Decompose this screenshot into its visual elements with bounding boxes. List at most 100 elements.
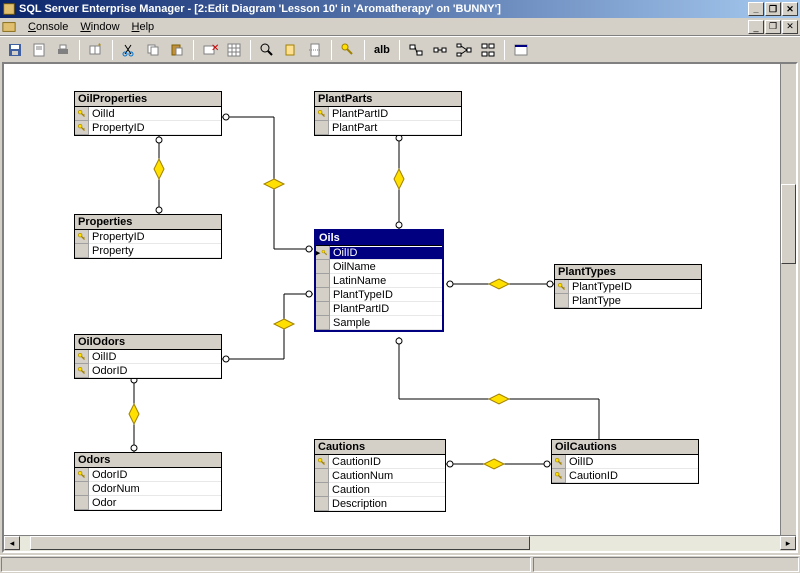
column-name: OdorID — [89, 469, 221, 482]
column-row[interactable]: CautionID — [552, 469, 698, 483]
column-row[interactable]: PlantType — [555, 294, 701, 308]
menu-console[interactable]: Console — [22, 21, 74, 33]
column-row[interactable]: OilID — [75, 350, 221, 364]
mdi-restore-button[interactable]: ❐ — [765, 20, 781, 34]
menu-window[interactable]: Window — [74, 21, 125, 33]
entity-header[interactable]: OilCautions — [552, 440, 698, 455]
entity-header[interactable]: PlantParts — [315, 92, 461, 107]
column-name: OdorNum — [89, 483, 221, 496]
scrollbar-horizontal[interactable]: ◂ ▸ — [4, 535, 796, 551]
column-row[interactable]: OilID — [316, 246, 442, 260]
statusbar — [0, 555, 800, 573]
column-row[interactable]: PlantTypeID — [555, 280, 701, 294]
entity-header[interactable]: Cautions — [315, 440, 445, 455]
annotation-button[interactable] — [280, 39, 302, 61]
column-row[interactable]: PlantPartID — [315, 107, 461, 121]
scroll-h-thumb[interactable] — [30, 536, 530, 550]
entity-header[interactable]: OilProperties — [75, 92, 221, 107]
key-icon — [316, 274, 330, 288]
arrange-button[interactable] — [477, 39, 499, 61]
column-row[interactable]: OilName — [316, 260, 442, 274]
column-name: CautionID — [566, 470, 698, 483]
entity-header[interactable]: Oils — [316, 231, 442, 246]
column-name: OilID — [89, 351, 221, 364]
diagram-canvas[interactable]: OilProperties OilIdPropertyID Properties… — [4, 64, 780, 535]
column-name: Odor — [89, 497, 221, 510]
column-row[interactable]: PlantPartID — [316, 302, 442, 316]
entity-header[interactable]: Properties — [75, 215, 221, 230]
zoom-button[interactable] — [256, 39, 278, 61]
save-button[interactable] — [4, 39, 26, 61]
mdi-close-button[interactable]: ✕ — [782, 20, 798, 34]
primary-key-button[interactable] — [337, 39, 359, 61]
column-row[interactable]: Caution — [315, 483, 445, 497]
text-tool[interactable]: alb — [370, 44, 394, 56]
entity-header[interactable]: PlantTypes — [555, 265, 701, 280]
menubar: Console Window Help _ ❐ ✕ — [0, 18, 800, 36]
relation-button-1[interactable] — [405, 39, 427, 61]
key-icon — [316, 246, 330, 260]
entity-odors[interactable]: Odors OdorIDOdorNumOdor — [74, 452, 222, 511]
column-row[interactable]: OilID — [552, 455, 698, 469]
entity-oilcautions[interactable]: OilCautions OilIDCautionID — [551, 439, 699, 484]
column-row[interactable]: LatinName — [316, 274, 442, 288]
properties-button[interactable] — [28, 39, 50, 61]
cut-button[interactable] — [118, 39, 140, 61]
column-row[interactable]: Description — [315, 497, 445, 511]
key-icon — [75, 364, 89, 378]
column-row[interactable]: PlantTypeID — [316, 288, 442, 302]
minimize-button[interactable]: _ — [748, 2, 764, 16]
relation-button-3[interactable] — [453, 39, 475, 61]
scrollbar-vertical[interactable] — [780, 64, 796, 535]
maximize-button[interactable]: ❐ — [765, 2, 781, 16]
print-button[interactable] — [52, 39, 74, 61]
key-icon — [315, 121, 329, 135]
key-icon — [552, 469, 566, 483]
table-view-button[interactable] — [510, 39, 532, 61]
entity-properties[interactable]: Properties PropertyIDProperty — [74, 214, 222, 259]
column-name: CautionID — [329, 456, 445, 469]
entity-oilodors[interactable]: OilOdors OilIDOdorID — [74, 334, 222, 379]
show-grid-button[interactable] — [223, 39, 245, 61]
column-row[interactable]: PropertyID — [75, 230, 221, 244]
menu-help[interactable]: Help — [126, 21, 161, 33]
copy-button[interactable] — [142, 39, 164, 61]
column-row[interactable]: OilId — [75, 107, 221, 121]
entity-planttypes[interactable]: PlantTypes PlantTypeIDPlantType — [554, 264, 702, 309]
key-icon — [316, 288, 330, 302]
column-row[interactable]: PlantPart — [315, 121, 461, 135]
key-icon — [75, 468, 89, 482]
entity-plantparts[interactable]: PlantParts PlantPartIDPlantPart — [314, 91, 462, 136]
column-name: LatinName — [330, 275, 442, 288]
column-row[interactable]: OdorID — [75, 468, 221, 482]
column-row[interactable]: CautionID — [315, 455, 445, 469]
close-button[interactable]: ✕ — [782, 2, 798, 16]
paste-button[interactable] — [166, 39, 188, 61]
scroll-h-track[interactable] — [20, 536, 780, 551]
column-row[interactable]: CautionNum — [315, 469, 445, 483]
column-row[interactable]: Odor — [75, 496, 221, 510]
column-row[interactable]: Property — [75, 244, 221, 258]
entity-oils[interactable]: Oils OilIDOilNameLatinNamePlantTypeIDPla… — [314, 229, 444, 332]
page-break-button[interactable] — [304, 39, 326, 61]
column-row[interactable]: PropertyID — [75, 121, 221, 135]
entity-oilproperties[interactable]: OilProperties OilIdPropertyID — [74, 91, 222, 136]
key-icon — [75, 482, 89, 496]
new-table-button[interactable]: * — [85, 39, 107, 61]
key-icon — [315, 483, 329, 497]
entity-header[interactable]: OilOdors — [75, 335, 221, 350]
column-row[interactable]: OdorID — [75, 364, 221, 378]
scroll-right-arrow[interactable]: ▸ — [780, 536, 796, 550]
column-row[interactable]: OdorNum — [75, 482, 221, 496]
svg-text:✕: ✕ — [211, 43, 218, 54]
column-row[interactable]: Sample — [316, 316, 442, 330]
scroll-left-arrow[interactable]: ◂ — [4, 536, 20, 550]
column-name: PropertyID — [89, 231, 221, 244]
column-name: Caution — [329, 484, 445, 497]
delete-button[interactable]: ✕ — [199, 39, 221, 61]
entity-header[interactable]: Odors — [75, 453, 221, 468]
svg-text:*: * — [98, 42, 101, 51]
mdi-minimize-button[interactable]: _ — [748, 20, 764, 34]
relation-button-2[interactable] — [429, 39, 451, 61]
entity-cautions[interactable]: Cautions CautionIDCautionNumCautionDescr… — [314, 439, 446, 512]
